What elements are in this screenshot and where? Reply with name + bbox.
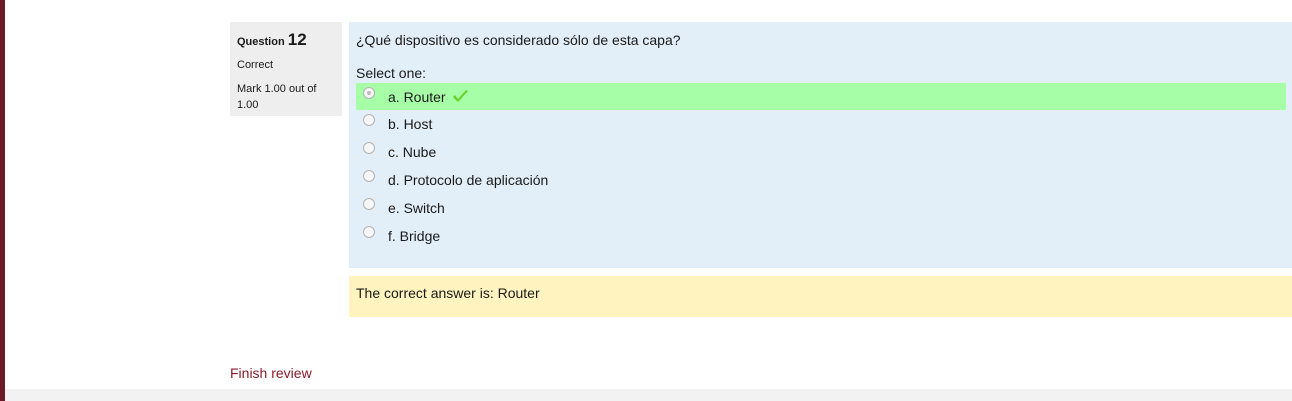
feedback-text: The correct answer is: Router xyxy=(356,285,540,301)
radio-button[interactable] xyxy=(363,142,375,154)
answer-option[interactable]: c. Nube xyxy=(356,138,1286,166)
question-number: Question 12 xyxy=(237,30,335,50)
question-state: Correct xyxy=(237,59,274,71)
answer-option[interactable]: b. Host xyxy=(356,110,1286,138)
answer-option-label: a. Router xyxy=(388,88,446,105)
radio-button[interactable] xyxy=(363,114,375,126)
answer-option-label: c. Nube xyxy=(388,144,437,160)
radio-button[interactable] xyxy=(363,170,375,182)
answer-option-label: e. Switch xyxy=(388,200,445,216)
finish-review-link[interactable]: Finish review xyxy=(230,365,312,381)
answer-option-label: f. Bridge xyxy=(388,228,441,244)
question-formulation: ¿Qué dispositivo es considerado sólo de … xyxy=(349,22,1292,268)
footer-band xyxy=(5,389,1292,401)
checkmark-icon xyxy=(452,89,469,104)
answer-option-label: b. Host xyxy=(388,116,433,132)
question-number-value: 12 xyxy=(287,30,307,49)
answer-option-label: d. Protocolo de aplicación xyxy=(388,172,549,188)
answer-list: a. Router b. Host c. Nube d. Protocolo d… xyxy=(356,83,1286,250)
answer-option[interactable]: a. Router xyxy=(356,83,1286,110)
question-info: Question 12 Correct Mark 1.00 out of 1.0… xyxy=(230,22,342,116)
question-text: ¿Qué dispositivo es considerado sólo de … xyxy=(356,32,681,48)
correct-answer-feedback: The correct answer is: Router xyxy=(349,276,1292,317)
radio-button[interactable] xyxy=(363,86,375,99)
answer-prompt: Select one: xyxy=(356,65,427,81)
question-label: Question xyxy=(237,36,285,48)
radio-button[interactable] xyxy=(363,226,375,238)
page: Question 12 Correct Mark 1.00 out of 1.0… xyxy=(0,0,1292,401)
left-accent-bar xyxy=(0,0,5,401)
question-grade: Mark 1.00 out of 1.00 xyxy=(237,83,317,111)
radio-button[interactable] xyxy=(363,198,375,210)
answer-option[interactable]: e. Switch xyxy=(356,194,1286,222)
answer-option[interactable]: f. Bridge xyxy=(356,222,1286,250)
answer-option[interactable]: d. Protocolo de aplicación xyxy=(356,166,1286,194)
